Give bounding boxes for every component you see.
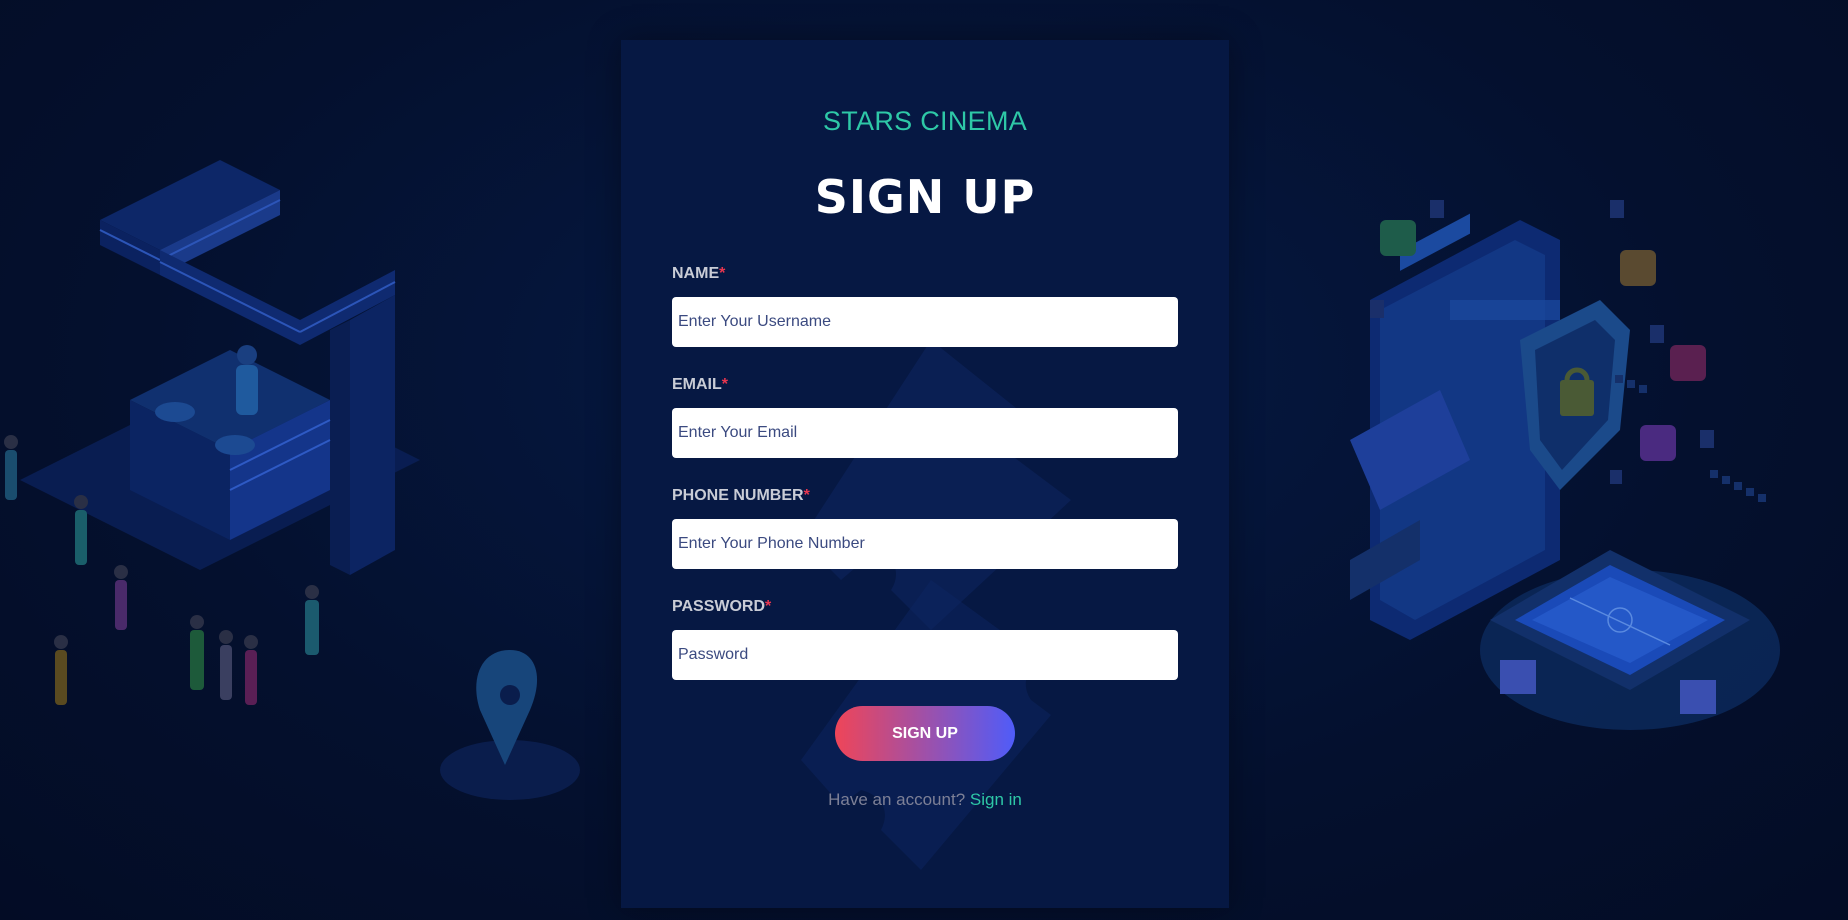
signup-page: STARS CINEMA SIGN UP NAME* EMAIL* PHONE … — [0, 0, 1848, 920]
required-mark: * — [721, 376, 729, 393]
page-title: SIGN UP — [814, 170, 1036, 224]
password-label-text: PASSWORD — [672, 598, 766, 615]
email-label-text: EMAIL — [672, 376, 722, 393]
phone-input[interactable] — [672, 519, 1178, 569]
sign-up-button[interactable]: SIGN UP — [835, 706, 1015, 761]
signin-row: Have an account? Sign in — [621, 790, 1229, 810]
phone-label-text: PHONE NUMBER — [672, 487, 804, 504]
phone-label: PHONE NUMBER* — [672, 487, 810, 505]
sign-in-link[interactable]: Sign in — [970, 790, 1022, 809]
name-label-text: NAME — [672, 265, 720, 282]
email-label: EMAIL* — [672, 376, 728, 394]
brand-name: STARS CINEMA — [822, 106, 1028, 136]
required-mark: * — [719, 265, 726, 282]
required-mark: * — [765, 598, 772, 615]
signup-card: STARS CINEMA SIGN UP NAME* EMAIL* PHONE … — [621, 40, 1229, 908]
email-input[interactable] — [672, 408, 1178, 458]
name-input[interactable] — [672, 297, 1178, 347]
password-input[interactable] — [672, 630, 1178, 680]
required-mark: * — [803, 487, 810, 504]
signin-prompt: Have an account? — [828, 790, 966, 809]
name-label: NAME* — [672, 265, 725, 283]
password-label: PASSWORD* — [672, 598, 771, 616]
security-stadium-illustration — [1350, 200, 1780, 730]
party-club-illustration — [4, 160, 580, 800]
